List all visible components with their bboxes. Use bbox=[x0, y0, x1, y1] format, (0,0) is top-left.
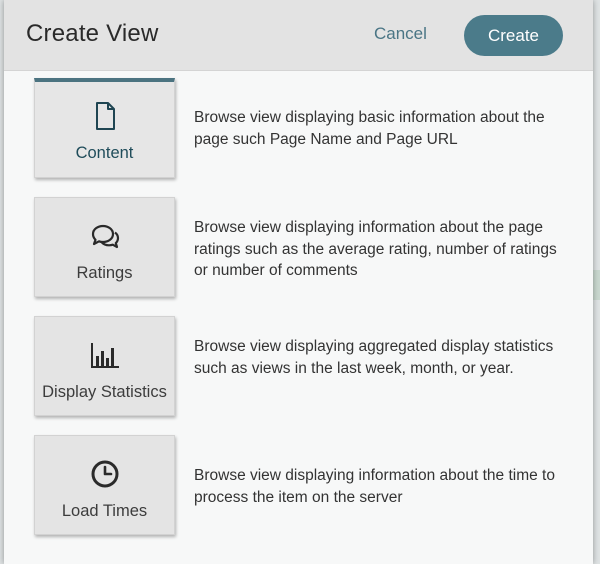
option-description: Browse view displaying basic information… bbox=[194, 109, 545, 148]
create-view-dialog: Create View Cancel Create Content Browse… bbox=[4, 0, 593, 564]
dialog-header: Create View Cancel Create bbox=[4, 0, 593, 71]
bar-chart-icon bbox=[90, 343, 119, 368]
tile-label: Ratings bbox=[76, 264, 133, 282]
speech-bubbles-icon bbox=[91, 224, 119, 249]
tile-ratings[interactable]: Ratings bbox=[34, 197, 175, 297]
tile-label: Display Statistics bbox=[42, 383, 167, 401]
option-ratings: Ratings Browse view displaying informati… bbox=[34, 197, 574, 299]
document-icon bbox=[95, 102, 115, 130]
create-button[interactable]: Create bbox=[464, 15, 563, 56]
option-description: Browse view displaying aggregated displa… bbox=[194, 338, 554, 377]
cancel-button[interactable]: Cancel bbox=[374, 24, 427, 44]
tile-label: Load Times bbox=[61, 502, 148, 520]
option-description: Browse view displaying information about… bbox=[194, 219, 557, 279]
tile-content[interactable]: Content bbox=[34, 78, 175, 178]
clock-icon bbox=[91, 460, 118, 488]
option-display-statistics: Display Statistics Browse view displayin… bbox=[34, 316, 574, 418]
dialog-title: Create View bbox=[26, 20, 159, 47]
tile-label: Content bbox=[75, 144, 134, 162]
option-load-times: Load Times Browse view displaying inform… bbox=[34, 435, 574, 537]
option-description: Browse view displaying information about… bbox=[194, 467, 555, 506]
backdrop-stripe bbox=[593, 270, 600, 300]
tile-load-times[interactable]: Load Times bbox=[34, 435, 175, 535]
option-content: Content Browse view displaying basic inf… bbox=[34, 78, 574, 180]
tile-display-statistics[interactable]: Display Statistics bbox=[34, 316, 175, 416]
